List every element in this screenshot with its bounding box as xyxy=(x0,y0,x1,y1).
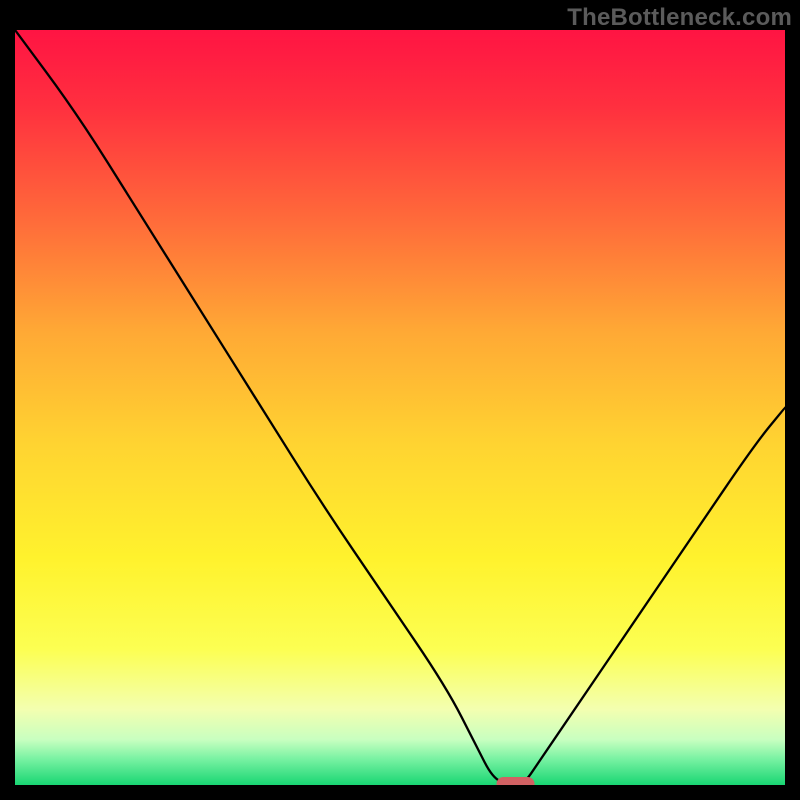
chart-frame: TheBottleneck.com xyxy=(0,0,800,800)
chart-background-gradient xyxy=(15,30,785,785)
chart-svg xyxy=(15,30,785,785)
watermark-text: TheBottleneck.com xyxy=(567,4,792,32)
chart-plot-area xyxy=(15,30,785,785)
optimal-marker xyxy=(497,777,535,785)
